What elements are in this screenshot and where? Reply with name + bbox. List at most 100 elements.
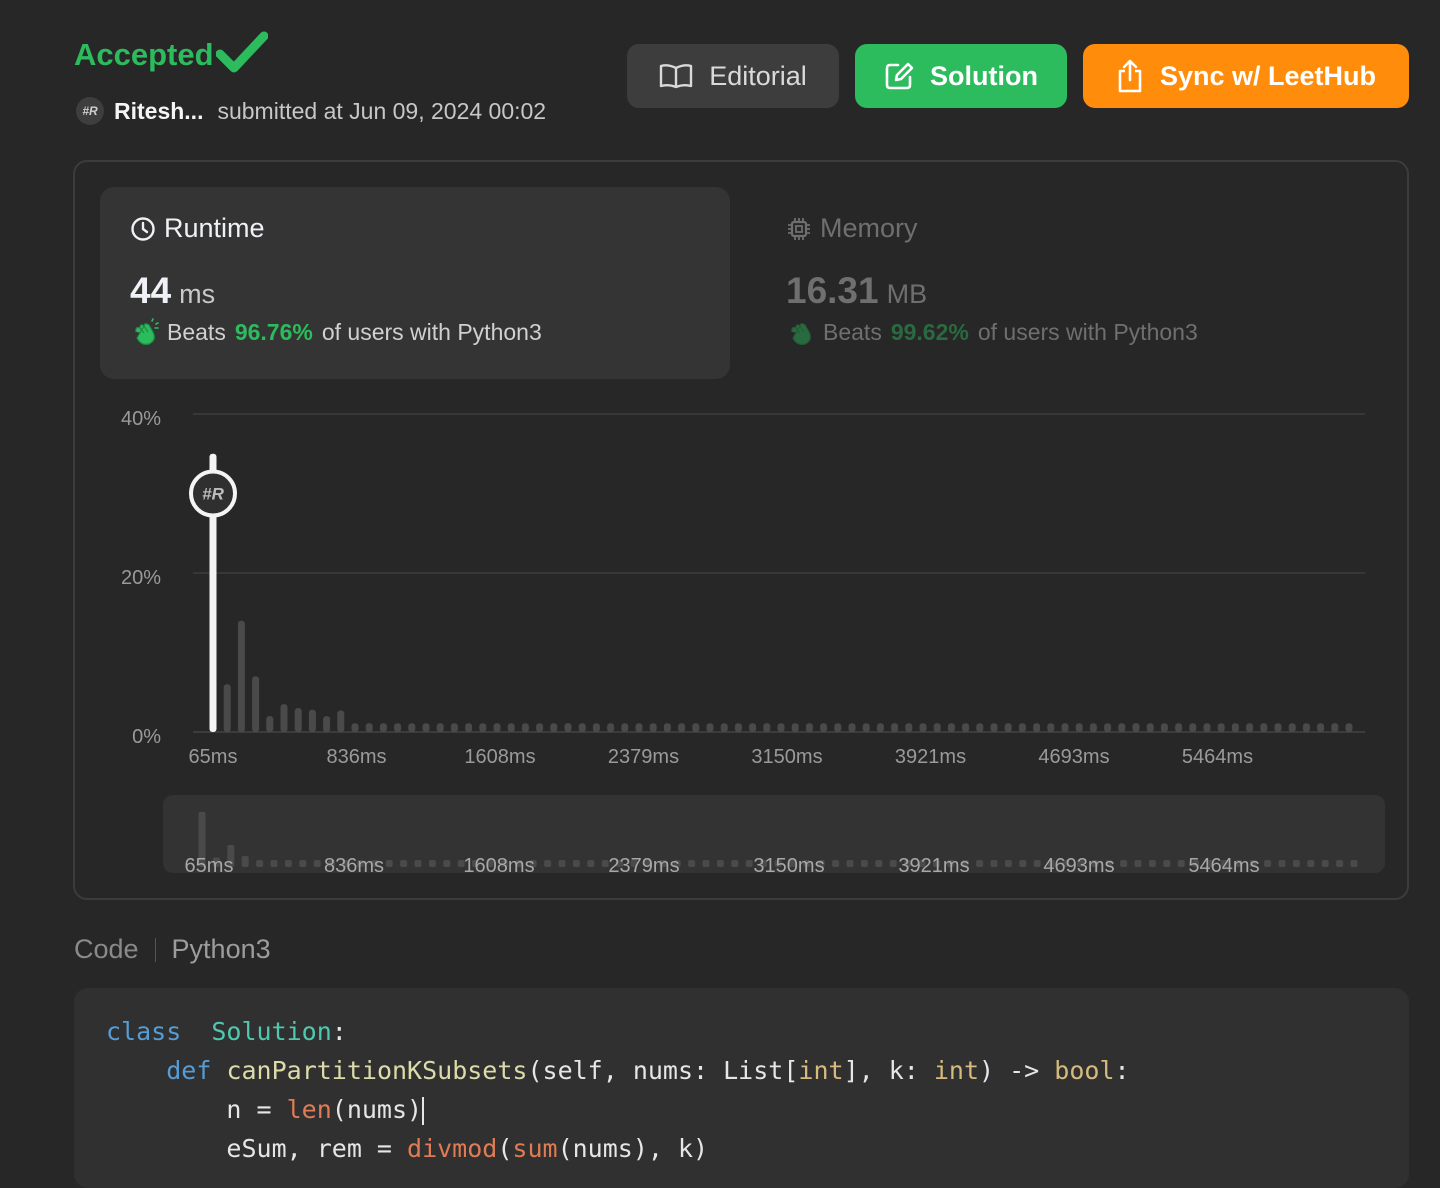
chart-bar[interactable] xyxy=(1089,723,1097,732)
chart-bar[interactable] xyxy=(422,723,430,732)
chart-bar[interactable] xyxy=(266,716,274,732)
chart-bar[interactable] xyxy=(891,723,899,732)
chart-bar[interactable] xyxy=(905,723,913,732)
editorial-label: Editorial xyxy=(709,60,807,91)
chart-bar[interactable] xyxy=(237,620,245,732)
chart-bar[interactable] xyxy=(252,676,260,732)
chart-bar[interactable] xyxy=(1061,723,1069,732)
chart-bar[interactable] xyxy=(848,723,856,732)
chart-bar[interactable] xyxy=(351,723,359,732)
chart-bar[interactable] xyxy=(1331,723,1339,732)
chart-bar[interactable] xyxy=(621,723,629,732)
chart-bar[interactable] xyxy=(521,723,529,732)
chart-bar[interactable] xyxy=(394,723,402,732)
mini-x-label: 5464ms xyxy=(1188,855,1259,877)
solution-button[interactable]: Solution xyxy=(855,44,1067,108)
chart-bar[interactable] xyxy=(1288,723,1296,732)
chart-bar[interactable] xyxy=(962,723,970,732)
code-editor[interactable]: class Solution: def canPartitionKSubsets… xyxy=(74,988,1409,1188)
chart-bar[interactable] xyxy=(1047,723,1055,732)
chart-bar[interactable] xyxy=(1033,723,1041,732)
chart-bar[interactable] xyxy=(1118,723,1126,732)
chart-bar[interactable] xyxy=(834,723,842,732)
chart-bar[interactable] xyxy=(678,723,686,732)
chart-bar[interactable] xyxy=(1217,723,1225,732)
sync-leethub-button[interactable]: Sync w/ LeetHub xyxy=(1083,44,1409,108)
chart-bar[interactable] xyxy=(706,723,714,732)
chart-bar[interactable] xyxy=(1104,723,1112,732)
code-line: def canPartitionKSubsets(self, nums: Lis… xyxy=(106,1051,1377,1090)
chart-bar[interactable] xyxy=(493,723,501,732)
chart-bar[interactable] xyxy=(294,708,302,732)
chart-bar[interactable] xyxy=(635,723,643,732)
chart-bar[interactable] xyxy=(749,723,757,732)
chart-bar[interactable] xyxy=(308,709,316,732)
chart-bar[interactable] xyxy=(976,723,984,732)
chart-bar[interactable] xyxy=(876,723,884,732)
chart-bar[interactable] xyxy=(607,723,615,732)
mini-bar xyxy=(1264,860,1272,867)
chart-bar[interactable] xyxy=(1317,723,1325,732)
chart-bar[interactable] xyxy=(465,723,473,732)
mini-bar xyxy=(1307,860,1315,867)
chart-bar[interactable] xyxy=(578,723,586,732)
chart-bar[interactable] xyxy=(692,723,700,732)
chart-bar[interactable] xyxy=(223,684,231,732)
mini-bar xyxy=(745,860,753,867)
chart-bar[interactable] xyxy=(862,723,870,732)
chart-bar[interactable] xyxy=(763,723,771,732)
mini-bar xyxy=(256,860,264,867)
chart-bar[interactable] xyxy=(323,716,331,732)
chart-bar[interactable] xyxy=(550,723,558,732)
chart-bar[interactable] xyxy=(663,723,671,732)
chart-bar[interactable] xyxy=(1260,723,1268,732)
chart-bar[interactable] xyxy=(536,723,544,732)
chart-bar[interactable] xyxy=(1302,723,1310,732)
chart-bar[interactable] xyxy=(933,723,941,732)
performance-panel: Runtime 44 ms Beats 96.76% of users with… xyxy=(73,160,1409,900)
chart-bar[interactable] xyxy=(720,723,728,732)
runtime-distribution-chart[interactable]: 40% 20% 0% #R 65ms 836ms 1608ms 2379ms 3150ms 392… xyxy=(75,162,1407,898)
chart-bar[interactable] xyxy=(1004,723,1012,732)
chart-bar[interactable] xyxy=(649,723,657,732)
chart-bar[interactable] xyxy=(1203,723,1211,732)
chart-bar[interactable] xyxy=(805,723,813,732)
code-token: (nums), k) xyxy=(557,1134,709,1163)
chart-bar[interactable] xyxy=(564,723,572,732)
chart-bar[interactable] xyxy=(1075,723,1083,732)
x-tick-label: 836ms xyxy=(326,746,386,768)
chart-bar[interactable] xyxy=(734,723,742,732)
chart-bar[interactable] xyxy=(337,710,345,732)
chart-bar[interactable] xyxy=(1274,723,1282,732)
username-link[interactable]: Ritesh... xyxy=(114,98,203,125)
chart-bar[interactable] xyxy=(990,723,998,732)
chart-bar[interactable] xyxy=(777,723,785,732)
editorial-button[interactable]: Editorial xyxy=(627,44,839,108)
chart-bar[interactable] xyxy=(1345,723,1353,732)
chart-bar[interactable] xyxy=(408,723,416,732)
chart-bar[interactable] xyxy=(450,723,458,732)
chart-bar[interactable] xyxy=(1160,723,1168,732)
chart-bar[interactable] xyxy=(919,723,927,732)
mini-bar xyxy=(1336,860,1344,867)
y-tick-label: 0% xyxy=(132,726,161,748)
chart-bar[interactable] xyxy=(820,723,828,732)
chart-bar[interactable] xyxy=(365,723,373,732)
chart-bar[interactable] xyxy=(280,704,288,732)
chart-bar[interactable] xyxy=(1146,723,1154,732)
chart-bar[interactable] xyxy=(1189,723,1197,732)
chart-bar[interactable] xyxy=(436,723,444,732)
chart-bar[interactable] xyxy=(507,723,515,732)
chart-bar[interactable] xyxy=(1132,723,1140,732)
chart-bar[interactable] xyxy=(479,723,487,732)
chart-bar[interactable] xyxy=(1175,723,1183,732)
chart-bar[interactable] xyxy=(947,723,955,732)
chart-bar[interactable] xyxy=(1231,723,1239,732)
chart-bar[interactable] xyxy=(379,723,387,732)
chart-bar[interactable] xyxy=(592,723,600,732)
chart-bar[interactable] xyxy=(1246,723,1254,732)
chart-bar[interactable] xyxy=(1018,723,1026,732)
avatar[interactable]: #R xyxy=(76,97,104,125)
chart-bar[interactable] xyxy=(791,723,799,732)
